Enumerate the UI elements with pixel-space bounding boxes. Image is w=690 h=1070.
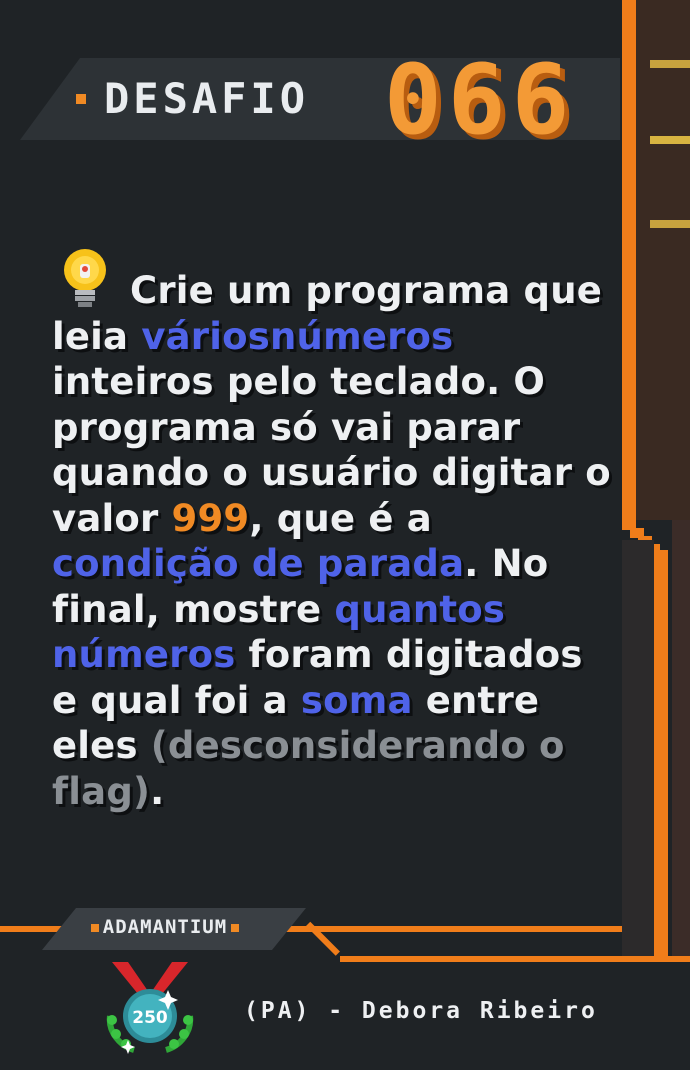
author-credit: (PA) - Debora Ribeiro bbox=[244, 998, 598, 1024]
rank-badge-icon: 250 bbox=[106, 962, 194, 1054]
rank-label: ADAMANTIUM bbox=[60, 916, 270, 938]
frame-border-top bbox=[622, 0, 636, 520]
challenge-label: DESAFIO bbox=[104, 74, 310, 123]
divider-line-right bbox=[340, 956, 690, 962]
challenge-description: Crie um programa que leia váriosnúmeros … bbox=[52, 268, 612, 814]
challenge-number: 066 bbox=[384, 44, 576, 156]
challenge-segment: Crie um programa bbox=[130, 269, 511, 312]
badge-value: 250 bbox=[132, 1008, 168, 1028]
challenge-segment: , que é a bbox=[249, 496, 432, 540]
challenge-segment: números bbox=[269, 314, 454, 358]
challenge-segment: condição de parada bbox=[52, 542, 465, 585]
webcam-area-bottom bbox=[672, 520, 690, 960]
header-bullet bbox=[76, 94, 86, 104]
webcam-area-top bbox=[636, 0, 690, 520]
challenge-segment: soma bbox=[300, 678, 413, 722]
challenge-segment: vários bbox=[141, 314, 270, 358]
challenge-segment: . bbox=[150, 769, 165, 813]
challenge-segment: 999 bbox=[171, 496, 250, 540]
